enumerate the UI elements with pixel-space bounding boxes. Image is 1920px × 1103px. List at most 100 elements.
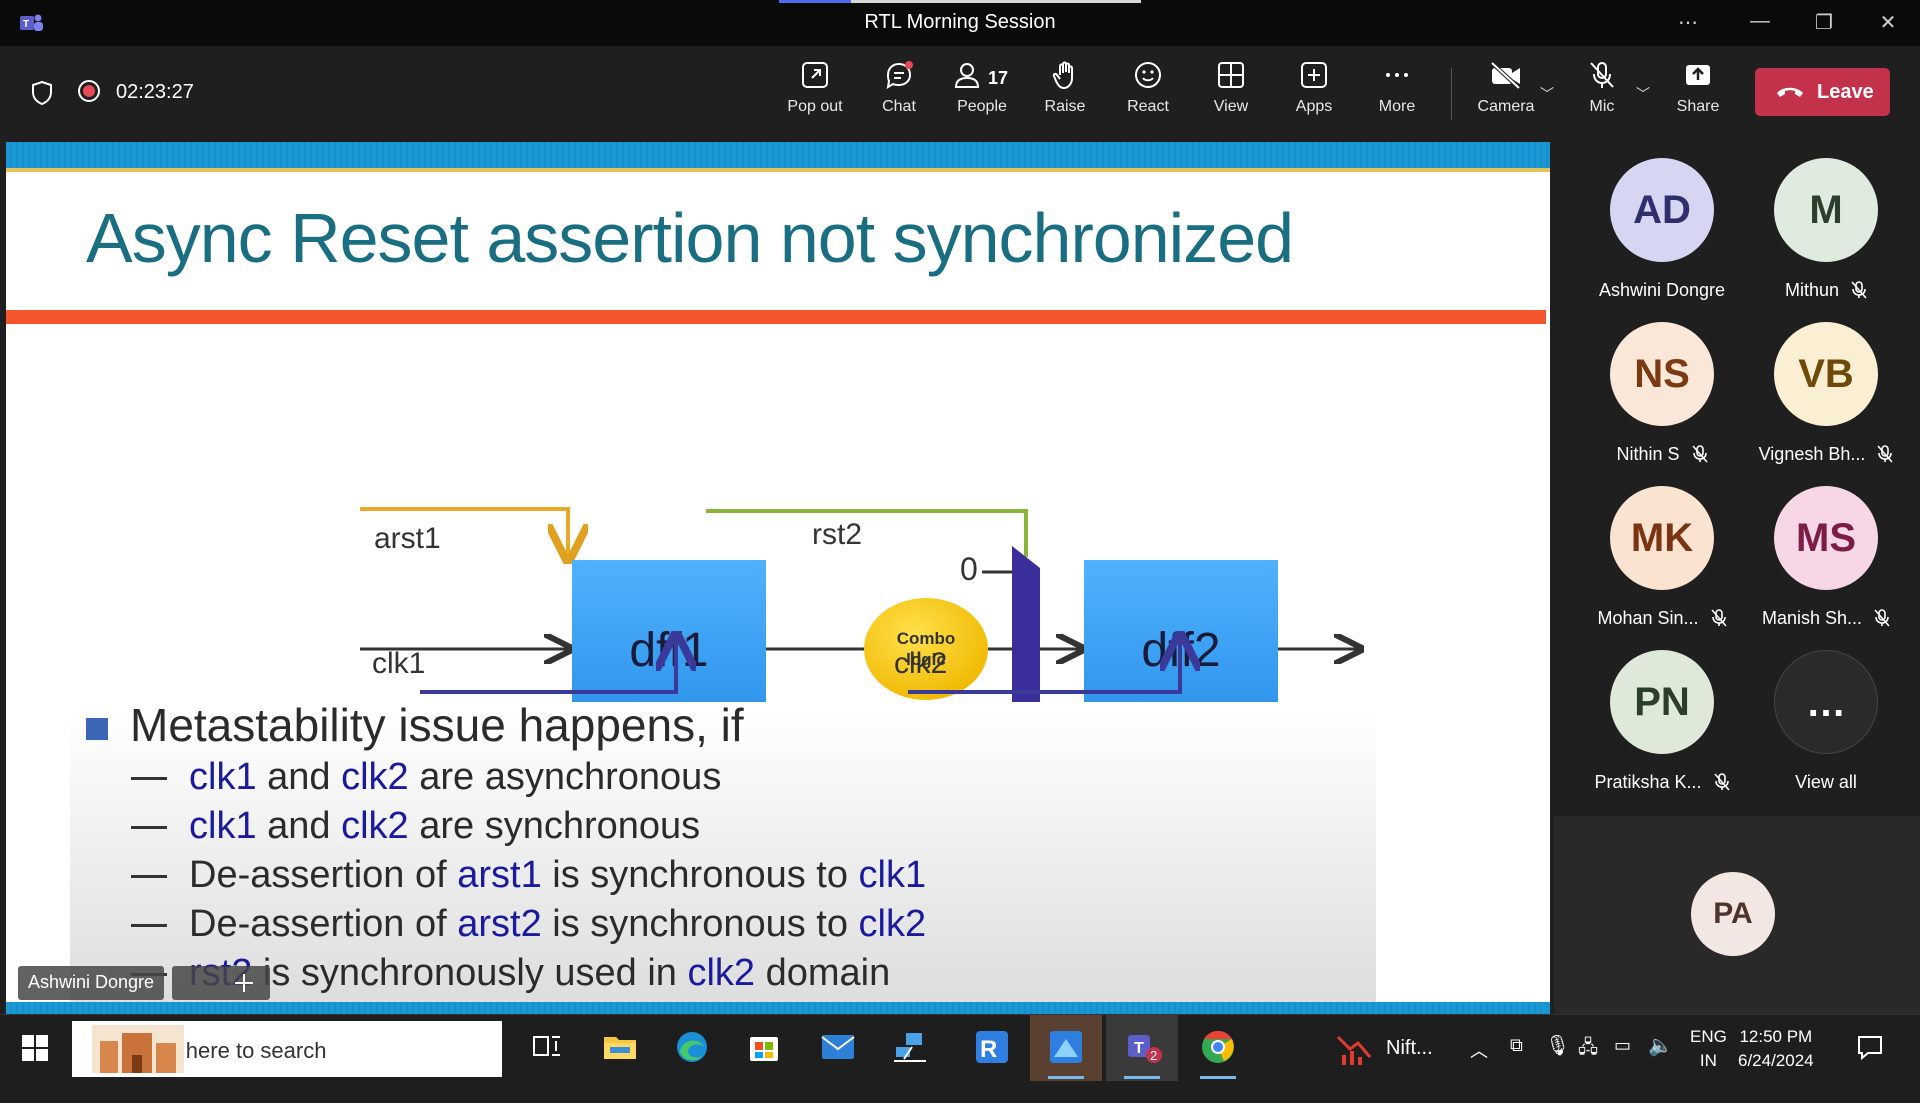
main-bullet: Metastability issue happens, if (86, 698, 744, 752)
leave-label: Leave (1817, 81, 1874, 103)
region-code: IN (1699, 1051, 1717, 1070)
apps-button[interactable]: Apps (1274, 60, 1354, 130)
share-button[interactable]: Share (1658, 60, 1738, 130)
camera-label: Camera (1477, 98, 1535, 115)
language-code: ENG (1690, 1027, 1727, 1046)
view-button[interactable]: View (1191, 60, 1271, 130)
svg-text:T: T (1134, 1040, 1144, 1057)
zoom-control[interactable] (172, 966, 270, 1000)
participant-avatar: M (1774, 158, 1878, 262)
network-tray-icon[interactable]: 🖧 (1578, 1035, 1598, 1101)
task-view-icon (533, 1036, 560, 1056)
microphone-tray-icon[interactable]: 🎙 (1545, 1033, 1570, 1099)
participant-avatar: … (1774, 650, 1878, 754)
participant-tile[interactable]: NS Nithin S (1582, 322, 1742, 466)
shield-icon (32, 80, 52, 106)
grid-view-icon (1218, 62, 1244, 88)
camera-button[interactable]: Camera (1466, 60, 1546, 130)
restore-button[interactable]: ❐ (1804, 10, 1844, 35)
clk1-label: clk1 (372, 647, 425, 680)
more-label: More (1378, 98, 1416, 115)
meet-now-icon[interactable]: ⧉ (1510, 1035, 1523, 1101)
teams-badge: 2 (1150, 1048, 1157, 1063)
file-explorer-button[interactable] (584, 1015, 656, 1081)
volume-icon[interactable]: 🔈 (1648, 1033, 1673, 1099)
more-button[interactable]: More (1357, 60, 1437, 130)
leave-button[interactable]: Leave (1755, 68, 1890, 116)
show-hidden-icons-chevron-icon[interactable]: ︿ (1470, 1037, 1488, 1103)
view-all-button[interactable]: … View all (1746, 650, 1906, 793)
mic-options-chevron-icon[interactable]: ﹀ (1636, 84, 1650, 104)
shared-screen: Async Reset assertion not synchronized a… (6, 142, 1550, 1014)
nifty-label: Nift... (1386, 1037, 1433, 1059)
raise-hand-button[interactable]: Raise (1025, 60, 1105, 130)
participant-name: Nithin S (1582, 444, 1742, 466)
close-button[interactable]: ✕ (1868, 10, 1908, 35)
sub-bullet-1: clk1 and clk2 are asynchronous (131, 756, 721, 799)
participant-name: Vignesh Bh... (1746, 444, 1906, 466)
microsoft-store-button[interactable] (728, 1015, 800, 1081)
more-icon (1386, 73, 1408, 77)
people-label: People (957, 98, 1007, 115)
svg-text:R: R (980, 1036, 997, 1063)
sub-bullet-4: De-assertion of arst2 is synchronous to … (131, 903, 926, 946)
taskbar-search-box[interactable]: Type here to search (72, 1021, 502, 1077)
main-bullet-text: Metastability issue happens, if (130, 699, 744, 751)
camera-options-chevron-icon[interactable]: ﹀ (1540, 84, 1554, 104)
rdc-app-button[interactable]: R (956, 1015, 1028, 1081)
participant-avatar: VB (1774, 322, 1878, 426)
notifications-button[interactable] (1856, 1033, 1884, 1099)
stock-chart-icon (1336, 1035, 1372, 1065)
battery-icon[interactable]: ▭ (1614, 1035, 1631, 1101)
network-app-button[interactable] (874, 1015, 946, 1081)
task-view-button[interactable] (512, 1015, 584, 1081)
participant-tile[interactable]: MS Manish Sh... (1746, 486, 1906, 630)
rst2-label: rst2 (812, 518, 862, 551)
participant-tile[interactable]: MK Mohan Sin... (1582, 486, 1742, 630)
react-button[interactable]: React (1108, 60, 1188, 130)
participant-avatar: MS (1774, 486, 1878, 590)
pop-out-button[interactable]: Pop out (775, 60, 855, 130)
participant-name-text: Pratiksha K... (1594, 772, 1702, 792)
muted-mic-icon (1710, 608, 1727, 630)
edge-icon (677, 1032, 707, 1062)
sub-bullet-3: De-assertion of arst1 is synchronous to … (131, 854, 926, 897)
participant-name: Mithun (1746, 280, 1906, 302)
search-highlight-illustration (92, 1025, 184, 1073)
network-computer-icon (894, 1033, 926, 1062)
camera-off-icon (1490, 61, 1521, 90)
whiteboard-app-button[interactable] (1030, 1015, 1102, 1081)
add-app-icon (1301, 62, 1327, 88)
plus-icon (235, 974, 253, 992)
self-view: PA (1554, 816, 1920, 1014)
participant-name-text: Manish Sh... (1761, 608, 1863, 628)
participant-tile[interactable]: AD Ashwini Dongre (1582, 158, 1742, 301)
mic-off-icon (1590, 62, 1614, 88)
more-options-button[interactable]: ⋯ (1668, 10, 1708, 35)
chat-button[interactable]: Chat (859, 60, 939, 130)
windows-taskbar: Type here to search R T2 Nift... ︿ ⧉ 🎙 🖧… (0, 1014, 1920, 1081)
chrome-taskbar-button[interactable] (1182, 1015, 1254, 1081)
clock-date: 6/24/2024 (1738, 1051, 1814, 1070)
participant-tile[interactable]: VB Vignesh Bh... (1746, 322, 1906, 466)
participant-tile[interactable]: M Mithun (1746, 158, 1906, 302)
participant-name: Ashwini Dongre (1582, 280, 1742, 301)
sub-bullet-2: clk1 and clk2 are synchronous (131, 805, 700, 848)
system-clock[interactable]: 12:50 PM 6/24/2024 (1738, 1025, 1814, 1073)
muted-mic-icon (1877, 444, 1893, 466)
language-indicator[interactable]: ENG IN (1690, 1025, 1727, 1073)
minimize-button[interactable]: — (1740, 10, 1780, 33)
participant-tile[interactable]: PN Pratiksha K... (1582, 650, 1742, 794)
mail-button[interactable] (802, 1015, 874, 1081)
edge-browser-button[interactable] (656, 1015, 728, 1081)
recording-icon (78, 80, 100, 102)
window-title: RTL Morning Session (864, 11, 1056, 33)
people-icon (954, 63, 980, 88)
windows-start-icon[interactable] (22, 1035, 48, 1061)
teams-taskbar-button[interactable]: T2 (1106, 1015, 1178, 1081)
meeting-timer: 02:23:27 (116, 81, 194, 103)
zero-label: 0 (960, 551, 978, 587)
mic-button[interactable]: Mic (1562, 60, 1642, 130)
toolbar-divider (1451, 68, 1452, 120)
people-button[interactable]: 17 People (942, 60, 1022, 130)
